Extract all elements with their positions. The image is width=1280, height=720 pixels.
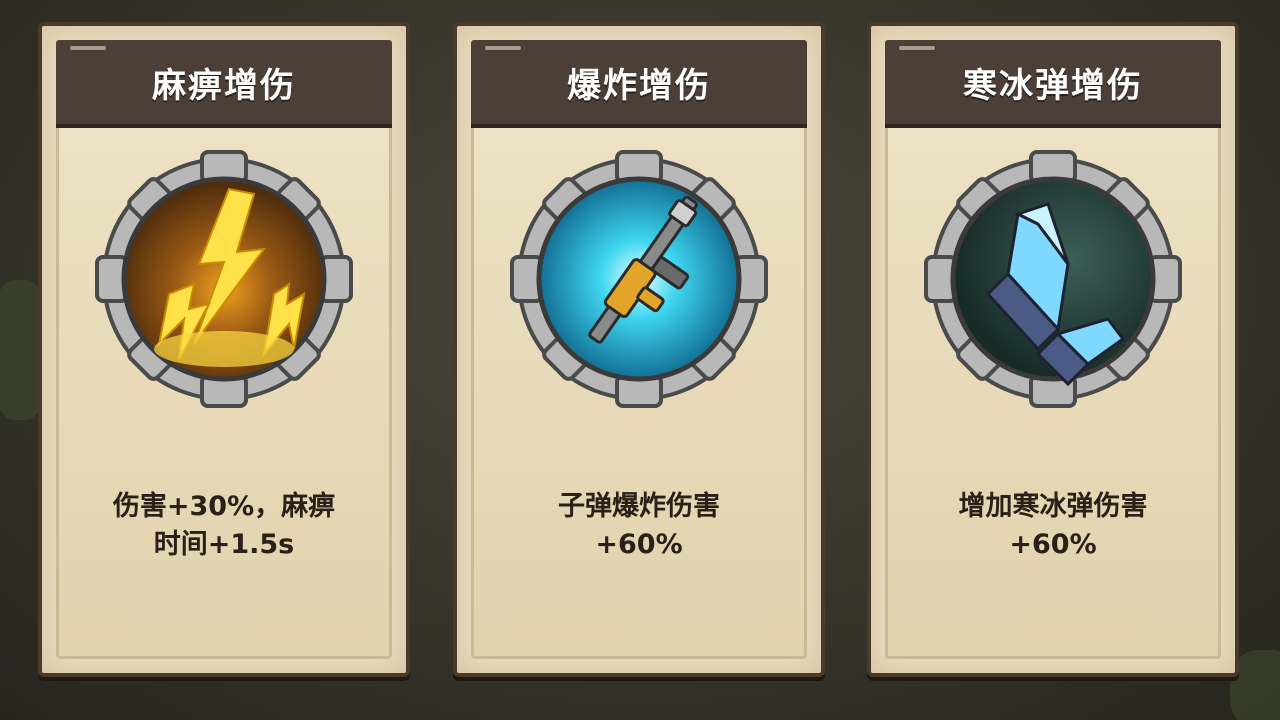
card-description: 子弹爆炸伤害 +60% — [497, 488, 781, 564]
rifle-icon — [504, 144, 774, 414]
upgrade-choice-panel: 麻痹增伤 伤害+30%，麻痹 时间+1.5s 爆炸增伤 子弹爆炸伤害 +60% … — [0, 0, 1280, 720]
card-description: 伤害+30%，麻痹 时间+1.5s — [82, 488, 366, 564]
description-line: 子弹爆炸伤害 — [558, 491, 720, 522]
card-description: 增加寒冰弹伤害 +60% — [911, 488, 1195, 564]
description-line: 伤害+30%，麻痹 — [112, 491, 336, 522]
title-bar-tick — [899, 46, 935, 50]
card-title-bar: 麻痹增伤 — [56, 40, 392, 128]
card-title-bar: 寒冰弹增伤 — [885, 40, 1221, 128]
card-title: 寒冰弹增伤 — [963, 65, 1143, 106]
description-line: +60% — [1009, 529, 1097, 560]
title-bar-tick — [485, 46, 521, 50]
ice-bullet-icon — [918, 144, 1188, 414]
description-line: 时间+1.5s — [153, 529, 295, 560]
lightning-icon — [89, 144, 359, 414]
description-line: +60% — [595, 529, 683, 560]
card-title: 爆炸增伤 — [567, 65, 711, 106]
title-bar-tick — [70, 46, 106, 50]
card-title-bar: 爆炸增伤 — [471, 40, 807, 128]
upgrade-card-explosion[interactable]: 爆炸增伤 子弹爆炸伤害 +60% — [453, 22, 825, 677]
upgrade-card-paralysis[interactable]: 麻痹增伤 伤害+30%，麻痹 时间+1.5s — [38, 22, 410, 677]
description-line: 增加寒冰弹伤害 — [958, 491, 1148, 522]
card-title: 麻痹增伤 — [152, 65, 296, 106]
upgrade-card-ice-bullet[interactable]: 寒冰弹增伤 增加寒冰弹伤害 +60% — [867, 22, 1239, 677]
